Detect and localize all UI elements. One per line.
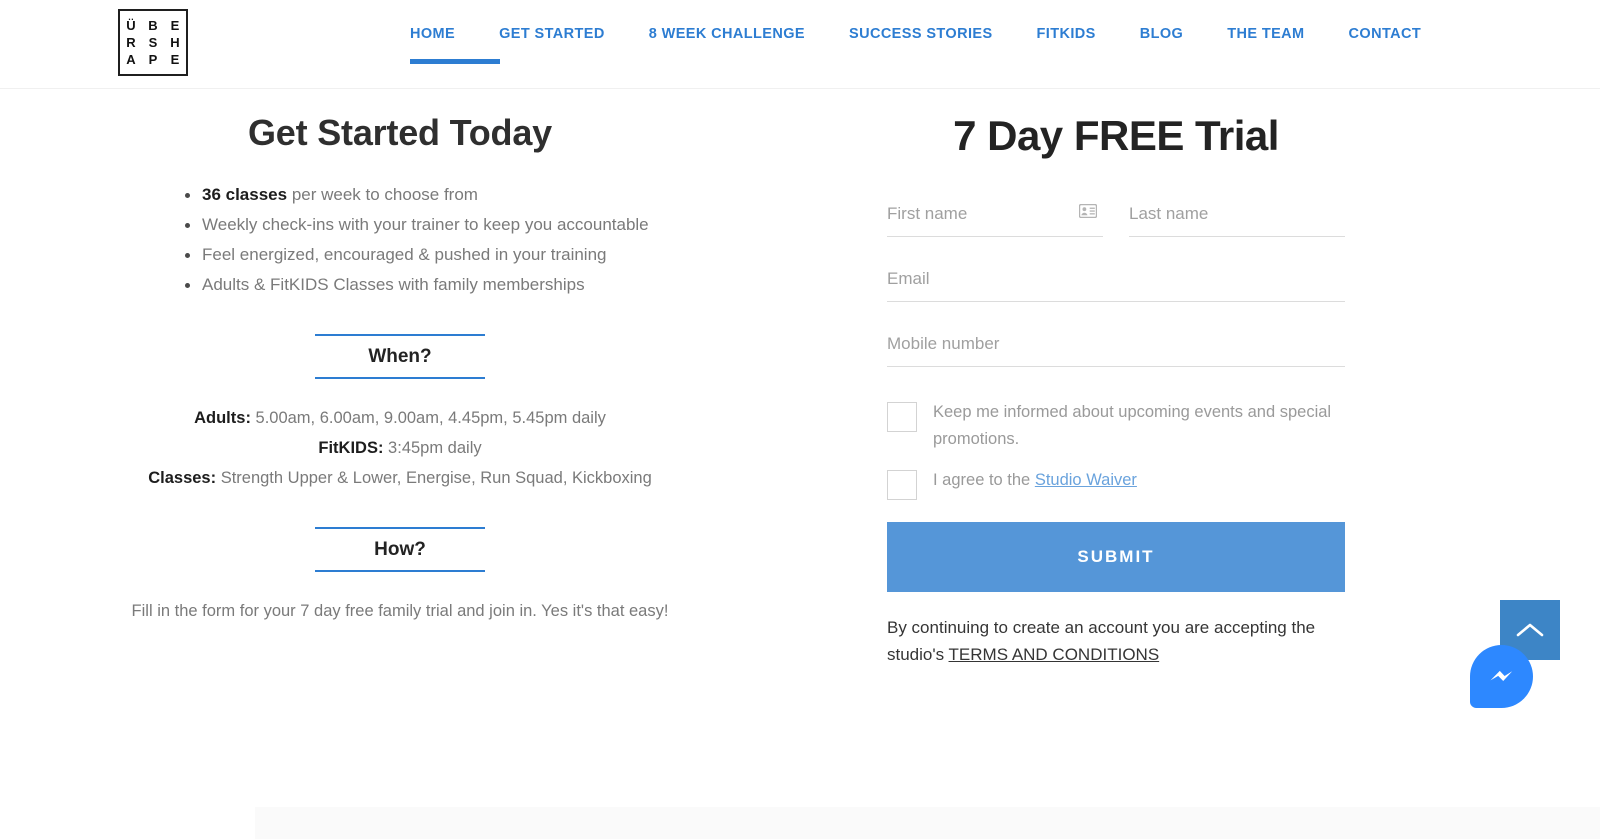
benefit-text: Feel energized, encouraged & pushed in y…	[202, 245, 607, 264]
section-bottom-edge	[255, 807, 1600, 839]
nav-item-label: BLOG	[1139, 26, 1184, 42]
terms-and-conditions-link[interactable]: TERMS AND CONDITIONS	[949, 645, 1160, 664]
schedule-row-adults: Adults: 5.00am, 6.00am, 9.00am, 4.45pm, …	[40, 403, 760, 433]
schedule-label: Classes:	[148, 469, 217, 487]
benefit-text: Weekly check-ins with your trainer to ke…	[202, 215, 649, 234]
marketing-consent-label: Keep me informed about upcoming events a…	[933, 403, 1332, 448]
logo-letter: R	[126, 35, 136, 50]
studio-waiver-link[interactable]: Studio Waiver	[1035, 471, 1137, 489]
waiver-consent-row: I agree to the Studio Waiver	[887, 467, 1345, 500]
nav-item-fitkids[interactable]: FITKIDS	[1037, 0, 1096, 42]
nav-item-contact[interactable]: CONTACT	[1349, 0, 1422, 42]
waiver-consent-checkbox[interactable]	[887, 470, 917, 500]
facebook-messenger-button[interactable]	[1470, 645, 1533, 708]
list-item: Weekly check-ins with your trainer to ke…	[185, 210, 760, 240]
waiver-label-text: I agree to the	[933, 471, 1035, 489]
logo-row-1: Ü B E	[120, 19, 186, 32]
submit-button[interactable]: SUBMIT	[887, 522, 1345, 592]
waiver-consent-label: I agree to the Studio Waiver	[933, 467, 1137, 494]
first-name-input[interactable]	[887, 204, 1103, 237]
trial-form: 7 Day FREE Trial First name Last name Em…	[887, 112, 1345, 668]
trial-form-column: 7 Day FREE Trial First name Last name Em…	[800, 89, 1600, 685]
last-name-input[interactable]	[1129, 204, 1345, 237]
last-name-field-wrapper	[1129, 204, 1345, 237]
schedule-block: Adults: 5.00am, 6.00am, 9.00am, 4.45pm, …	[40, 403, 760, 493]
page-content: Get Started Today 36 classes per week to…	[0, 89, 1600, 839]
legal-text: By continuing to create an account you a…	[887, 614, 1345, 668]
first-name-field-wrapper	[887, 203, 1103, 237]
nav-item-label: GET STARTED	[499, 26, 605, 42]
uber-shape-logo[interactable]: Ü B E R S H A P E	[118, 9, 188, 76]
mobile-number-input[interactable]	[887, 334, 1345, 367]
nav-item-label: FITKIDS	[1036, 26, 1096, 42]
benefit-bold: 36 classes	[202, 185, 288, 204]
divider-bottom	[315, 570, 485, 572]
nav-active-underline	[410, 59, 500, 64]
logo-letter: E	[170, 18, 180, 33]
email-field-wrapper	[887, 269, 1345, 302]
logo-letter: E	[170, 52, 180, 67]
nav-item-label: HOME	[410, 26, 456, 42]
logo-row-2: R S H	[120, 36, 186, 49]
logo-letter: H	[170, 35, 180, 50]
page-title: Get Started Today	[248, 112, 552, 153]
logo-letter: B	[148, 18, 158, 33]
when-heading-block: When?	[315, 334, 485, 379]
list-item: Feel energized, encouraged & pushed in y…	[185, 240, 760, 270]
list-item: Adults & FitKIDS Classes with family mem…	[185, 270, 760, 300]
logo-letter: S	[148, 35, 158, 50]
how-heading-block: How?	[315, 527, 485, 572]
schedule-label: FitKIDS:	[318, 439, 384, 457]
nav-item-home[interactable]: HOME	[410, 0, 500, 64]
logo-letter: Ü	[126, 18, 136, 33]
when-heading: When?	[368, 346, 432, 367]
nav-item-get-started[interactable]: GET STARTED	[499, 0, 605, 42]
name-field-row	[887, 203, 1345, 269]
schedule-row-classes: Classes: Strength Upper & Lower, Energis…	[40, 463, 760, 493]
nav-item-label: CONTACT	[1348, 26, 1422, 42]
how-copy: Fill in the form for your 7 day free fam…	[131, 602, 669, 620]
nav-item-success-stories[interactable]: SUCCESS STORIES	[849, 0, 993, 42]
chevron-up-icon	[1516, 623, 1544, 637]
logo-row-3: A P E	[120, 53, 186, 66]
how-heading: How?	[374, 539, 426, 560]
nav-item-the-team[interactable]: THE TEAM	[1227, 0, 1304, 42]
logo-letter: P	[148, 52, 158, 67]
divider-bottom	[315, 377, 485, 379]
email-input[interactable]	[887, 269, 1345, 302]
schedule-row-fitkids: FitKIDS: 3:45pm daily	[40, 433, 760, 463]
benefit-text: Adults & FitKIDS Classes with family mem…	[202, 275, 585, 294]
nav-item-blog[interactable]: BLOG	[1140, 0, 1184, 42]
site-header: Ü B E R S H A P E HOME GET STARTED 8 WEE…	[0, 0, 1600, 89]
marketing-consent-checkbox[interactable]	[887, 402, 917, 432]
nav-item-8-week-challenge[interactable]: 8 WEEK CHALLENGE	[649, 0, 805, 42]
contact-card-icon[interactable]	[1078, 203, 1098, 219]
marketing-consent-row: Keep me informed about upcoming events a…	[887, 399, 1345, 453]
schedule-value: 5.00am, 6.00am, 9.00am, 4.45pm, 5.45pm d…	[250, 409, 606, 427]
mobile-field-wrapper	[887, 334, 1345, 367]
logo-letter: A	[126, 52, 136, 67]
benefits-list: 36 classes per week to choose from Weekl…	[182, 180, 760, 300]
nav-item-label: SUCCESS STORIES	[849, 26, 993, 42]
schedule-value: Strength Upper & Lower, Energise, Run Sq…	[216, 469, 652, 487]
list-item: 36 classes per week to choose from	[185, 180, 760, 210]
messenger-bolt-icon	[1490, 670, 1512, 681]
benefit-text: per week to choose from	[287, 185, 478, 204]
main-navigation: HOME GET STARTED 8 WEEK CHALLENGE SUCCES…	[410, 0, 1421, 89]
schedule-value: 3:45pm daily	[383, 439, 482, 457]
nav-item-label: THE TEAM	[1227, 26, 1305, 42]
schedule-label: Adults:	[194, 409, 251, 427]
nav-item-label: 8 WEEK CHALLENGE	[648, 26, 805, 42]
get-started-column: Get Started Today 36 classes per week to…	[0, 89, 800, 641]
form-title: 7 Day FREE Trial	[953, 112, 1279, 159]
